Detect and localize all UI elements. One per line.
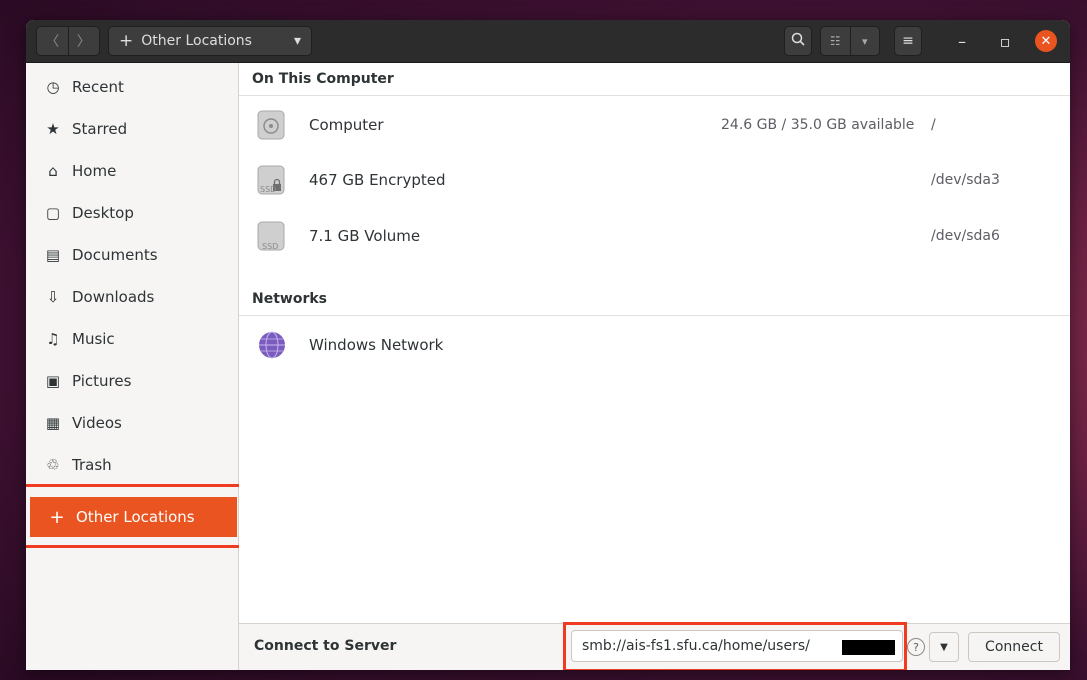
back-icon: 〈	[45, 34, 60, 50]
search-button[interactable]	[784, 26, 812, 56]
sidebar-item-label: Trash	[72, 456, 112, 474]
disk-icon	[257, 110, 285, 140]
header-bar: 〈 〉 + Other Locations ▾ ☷ ▾ ≡ – ▫ ✕	[26, 20, 1070, 63]
forward-button[interactable]: 〉	[67, 27, 100, 55]
home-icon: ⌂	[48, 162, 58, 180]
network-globe-icon	[257, 330, 285, 360]
connect-to-server-bar: Connect to Server ? ▼ Connect	[239, 622, 1070, 670]
view-menu-button[interactable]: ▾	[849, 27, 880, 55]
navigation-buttons: 〈 〉	[36, 26, 100, 56]
sidebar-item-videos[interactable]: ▦ Videos	[26, 403, 239, 443]
sidebar-item-label: Pictures	[72, 372, 132, 390]
sidebar-item-desktop[interactable]: ▢ Desktop	[26, 193, 239, 233]
redaction-box	[842, 640, 895, 655]
maximize-icon: ▫	[999, 31, 1011, 51]
sidebar-item-home[interactable]: ⌂ Home	[26, 151, 239, 191]
close-icon: ✕	[1040, 33, 1052, 49]
view-options: ☷ ▾	[820, 26, 880, 56]
section-header-on-this-computer: On This Computer	[239, 63, 1070, 96]
sidebar-item-label: Other Locations	[76, 508, 195, 526]
path-bar-button[interactable]: + Other Locations ▾	[108, 26, 312, 56]
sidebar-item-pictures[interactable]: ▣ Pictures	[26, 361, 239, 401]
location-name: Computer	[309, 116, 384, 134]
connect-button[interactable]: Connect	[968, 632, 1060, 662]
list-view-icon: ☷	[829, 34, 841, 48]
main-menu-button[interactable]: ≡	[894, 26, 922, 56]
documents-icon: ▤	[45, 246, 61, 264]
hamburger-menu-icon: ≡	[902, 33, 914, 49]
other-locations-icon: +	[119, 31, 134, 51]
locations-list: On This Computer Computer 24.6 GB / 35.0…	[239, 63, 1070, 623]
ssd-icon-label: SSD	[260, 185, 277, 194]
sidebar-item-label: Starred	[72, 120, 128, 138]
downloads-icon: ⇩	[46, 288, 60, 306]
sidebar-item-recent[interactable]: ◷ Recent	[26, 67, 239, 107]
sidebar-item-label: Music	[72, 330, 115, 348]
path-label: Other Locations	[141, 33, 252, 49]
section-header-networks: Networks	[239, 283, 1070, 316]
sidebar-item-documents[interactable]: ▤ Documents	[26, 235, 239, 275]
sidebar-item-label: Home	[72, 162, 117, 180]
chevron-down-icon: ▾	[861, 34, 868, 48]
location-row-computer[interactable]: Computer 24.6 GB / 35.0 GB available /	[239, 97, 1070, 153]
location-path: /	[931, 117, 936, 133]
server-history-dropdown-button[interactable]: ▼	[929, 632, 959, 662]
close-button[interactable]: ✕	[1035, 30, 1057, 52]
location-name: 7.1 GB Volume	[309, 227, 421, 245]
location-row-encrypted[interactable]: SSD 467 GB Encrypted /dev/sda3	[239, 152, 1070, 208]
location-name: 467 GB Encrypted	[309, 171, 446, 189]
star-icon: ★	[46, 120, 60, 138]
sidebar: ◷ Recent ★ Starred ⌂ Home ▢ Desktop ▤ Do…	[26, 63, 243, 670]
chevron-down-icon: ▼	[940, 641, 948, 653]
sidebar-item-starred[interactable]: ★ Starred	[26, 109, 239, 149]
file-manager-window: 〈 〉 + Other Locations ▾ ☷ ▾ ≡ – ▫ ✕ ◷ Re…	[26, 20, 1070, 670]
desktop-icon: ▢	[45, 204, 61, 222]
videos-icon: ▦	[45, 414, 61, 432]
help-icon[interactable]: ?	[907, 638, 925, 656]
minimize-icon: –	[958, 31, 966, 51]
connect-to-server-label: Connect to Server	[254, 638, 397, 654]
sidebar-item-other-locations[interactable]: + Other Locations	[30, 497, 237, 537]
location-space: 24.6 GB / 35.0 GB available	[721, 117, 915, 133]
forward-icon: 〉	[76, 34, 91, 50]
location-row-volume[interactable]: SSD 7.1 GB Volume /dev/sda6	[239, 208, 1070, 264]
list-view-button[interactable]: ☷	[821, 27, 850, 55]
sidebar-item-label: Recent	[72, 78, 124, 96]
location-path: /dev/sda6	[931, 228, 1000, 244]
music-icon: ♫	[46, 330, 60, 348]
maximize-button[interactable]: ▫	[994, 30, 1016, 52]
sidebar-item-label: Videos	[72, 414, 122, 432]
back-button[interactable]: 〈	[37, 27, 68, 55]
search-icon	[791, 32, 805, 50]
trash-icon: ♲	[46, 456, 60, 474]
chevron-down-icon: ▾	[293, 33, 301, 49]
sidebar-item-downloads[interactable]: ⇩ Downloads	[26, 277, 239, 317]
plus-icon: +	[49, 506, 65, 528]
ssd-icon-label: SSD	[262, 242, 279, 251]
sidebar-item-music[interactable]: ♫ Music	[26, 319, 239, 359]
sidebar-item-trash[interactable]: ♲ Trash	[26, 445, 239, 485]
pictures-icon: ▣	[45, 372, 61, 390]
sidebar-item-label: Desktop	[72, 204, 134, 222]
sidebar-item-label: Documents	[72, 246, 158, 264]
location-path: /dev/sda3	[931, 172, 1000, 188]
sidebar-item-label: Downloads	[72, 288, 155, 306]
recent-icon: ◷	[46, 78, 60, 96]
location-row-windows-network[interactable]: Windows Network	[239, 317, 1070, 373]
minimize-button[interactable]: –	[951, 30, 973, 52]
location-name: Windows Network	[309, 336, 444, 354]
